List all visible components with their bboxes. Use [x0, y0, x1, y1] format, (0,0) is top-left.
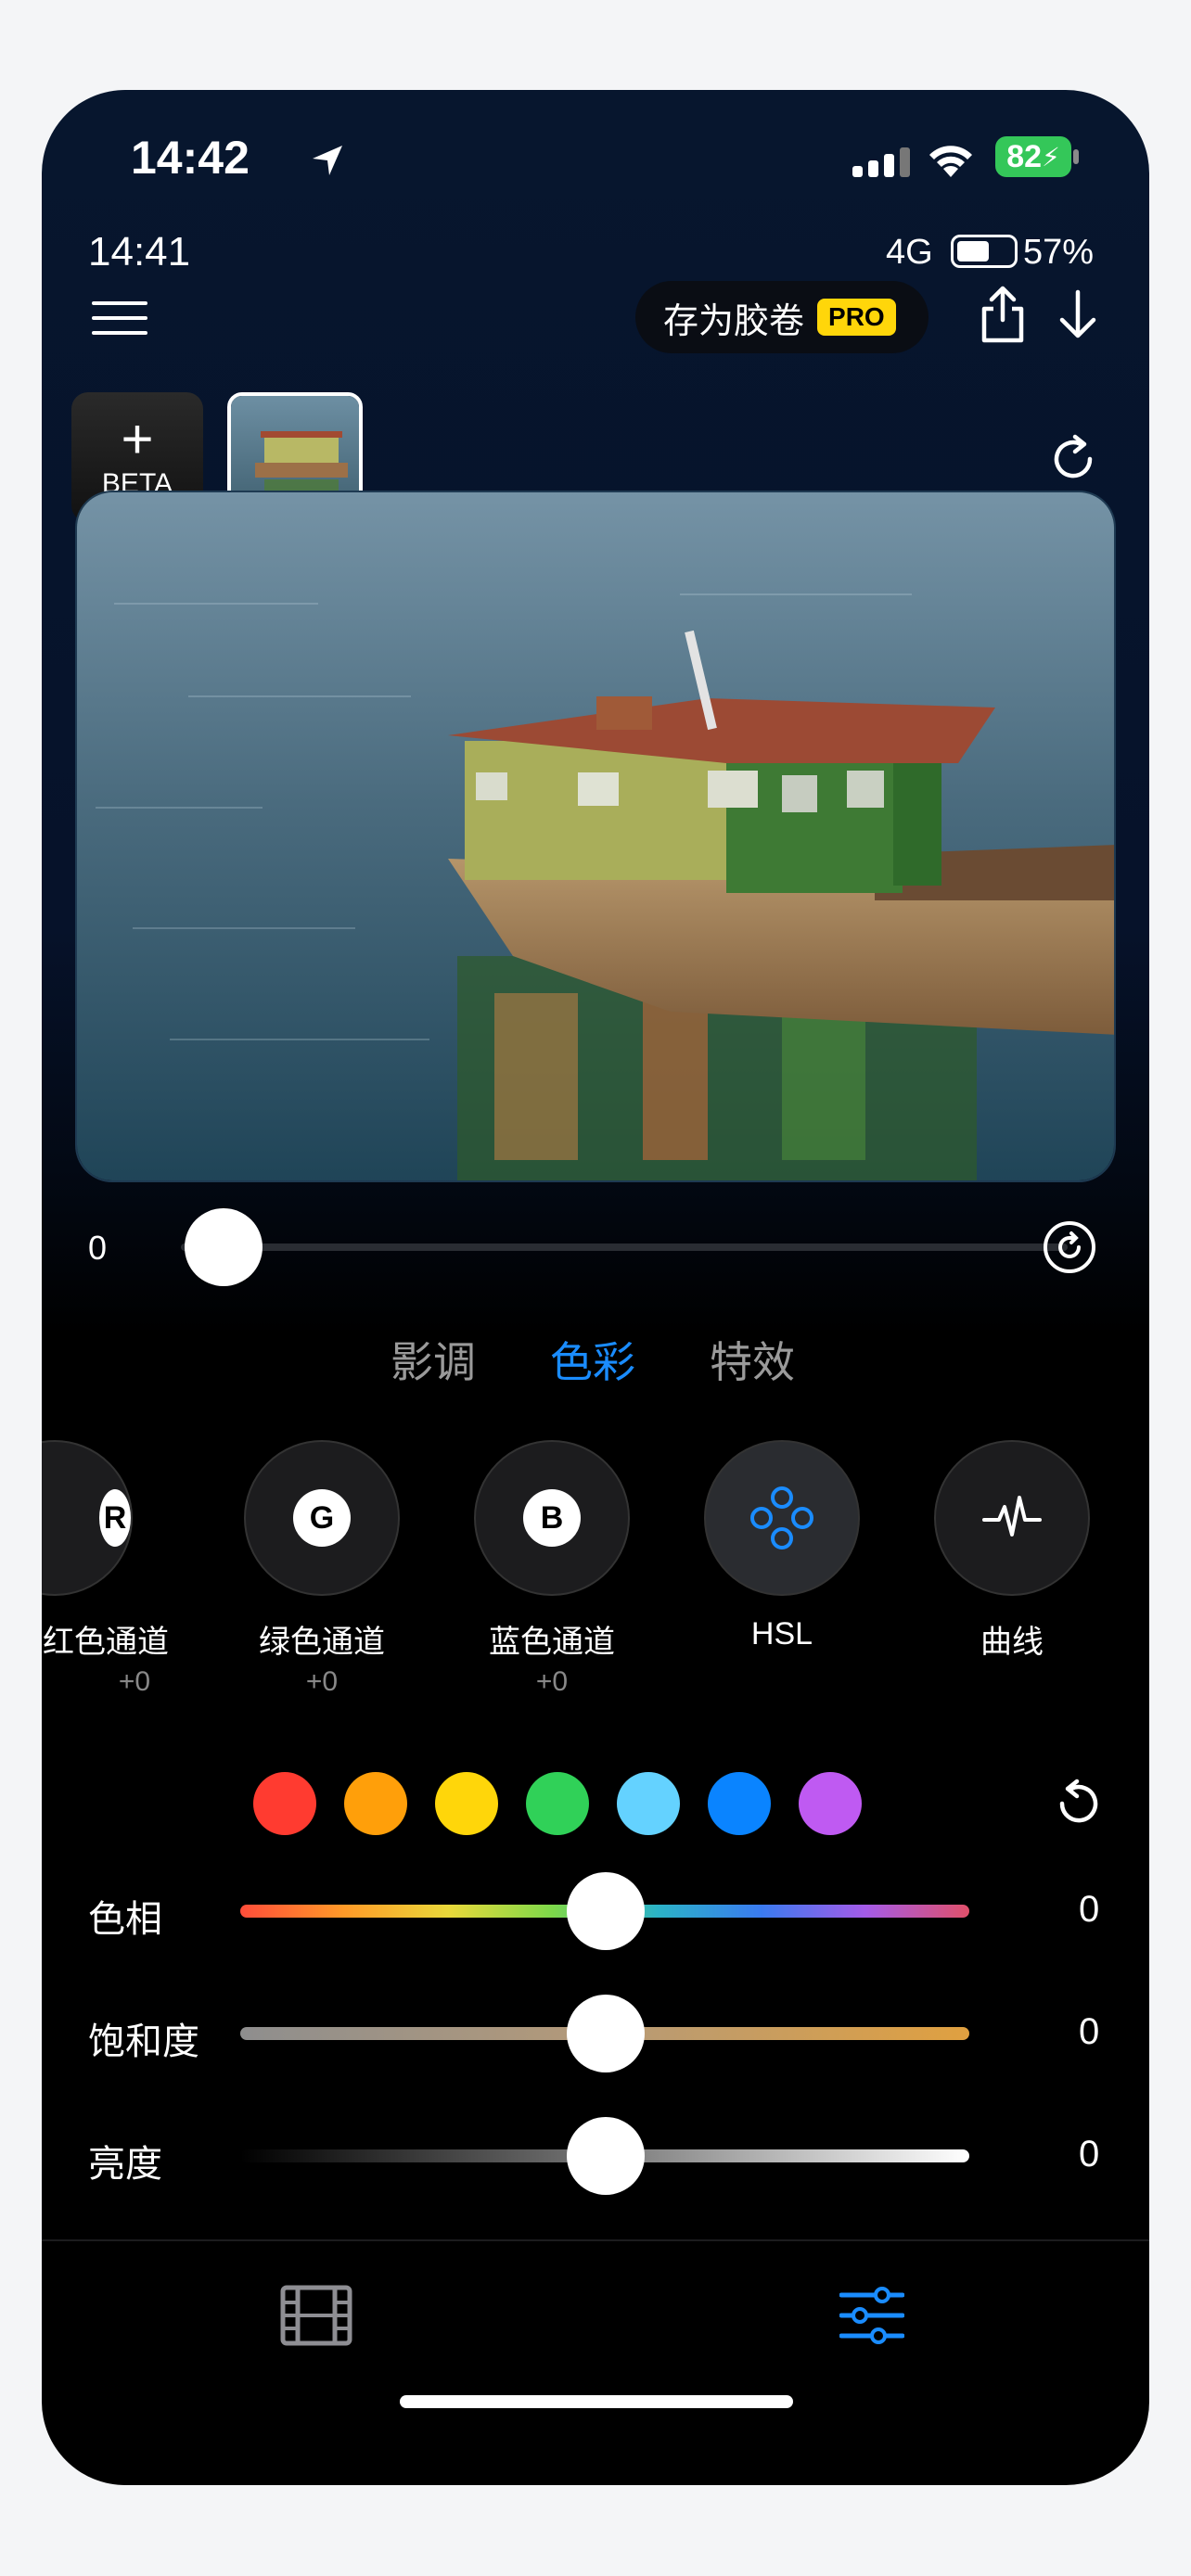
- phone-screen: 14:42 82 ⚡ 14:41 4G 57% 存为胶卷 PRO + BETA: [42, 90, 1149, 2485]
- battery-level-text: 82: [1006, 138, 1043, 174]
- hue-slider-knob[interactable]: [567, 1872, 645, 1950]
- blue-channel-badge: B: [523, 1489, 581, 1547]
- color-swatch-purple[interactable]: [799, 1772, 862, 1835]
- intensity-value: 0: [88, 1229, 108, 1267]
- color-swatch-blue[interactable]: [708, 1772, 771, 1835]
- red-channel-button[interactable]: R: [42, 1440, 133, 1596]
- red-channel-badge: R: [99, 1489, 131, 1547]
- charging-bolt-icon: ⚡: [1042, 142, 1060, 172]
- curve-button[interactable]: [934, 1440, 1090, 1596]
- brightness-slider-knob[interactable]: [567, 2117, 645, 2195]
- color-swatch-red[interactable]: [253, 1772, 316, 1835]
- save-to-roll-button[interactable]: 存为胶卷 PRO: [635, 281, 928, 353]
- green-channel-label: 绿色通道: [259, 1625, 385, 1660]
- green-channel-value: +0: [305, 1666, 339, 1697]
- hsl-label: HSL: [750, 1616, 813, 1651]
- tab-effects[interactable]: 特效: [710, 1329, 795, 1390]
- save-to-roll-label: 存为胶卷: [663, 301, 805, 341]
- wifi-icon: [929, 146, 972, 177]
- film-icon[interactable]: [279, 2284, 353, 2347]
- battery-cap: [1073, 149, 1079, 164]
- inner-time: 14:41: [88, 229, 191, 274]
- hsl-button[interactable]: [704, 1440, 860, 1596]
- color-swatch-orange[interactable]: [344, 1772, 407, 1835]
- green-channel-button[interactable]: G: [244, 1440, 400, 1596]
- saturation-label: 饱和度: [88, 2021, 199, 2062]
- brightness-label: 亮度: [88, 2144, 162, 2185]
- home-indicator: [400, 2395, 793, 2408]
- curve-label: 曲线: [980, 1625, 1044, 1660]
- status-time: 14:42: [131, 132, 250, 184]
- intensity-slider-track[interactable]: [181, 1243, 1068, 1251]
- blue-channel-value: +0: [535, 1666, 569, 1697]
- hsl-icon: [750, 1486, 813, 1549]
- color-swatch-green[interactable]: [526, 1772, 589, 1835]
- pro-badge: PRO: [817, 299, 896, 336]
- download-icon[interactable]: [1057, 288, 1099, 340]
- inner-battery-percent: 57%: [1023, 233, 1095, 272]
- hue-value: 0: [1079, 1889, 1100, 1930]
- hsl-reset-icon[interactable]: [1051, 1778, 1103, 1831]
- red-channel-label: 红色通道: [42, 1616, 235, 1662]
- red-channel-label-text: 红色通道: [43, 1625, 169, 1660]
- share-icon[interactable]: [979, 285, 1027, 344]
- color-swatch-yellow[interactable]: [435, 1772, 498, 1835]
- brightness-value: 0: [1079, 2134, 1100, 2174]
- plus-icon: +: [121, 408, 154, 470]
- saturation-value: 0: [1079, 2011, 1100, 2052]
- adjust-icon[interactable]: [839, 2284, 904, 2347]
- photo-preview[interactable]: [75, 491, 1116, 1182]
- blue-channel-button[interactable]: B: [474, 1440, 630, 1596]
- intensity-slider-knob[interactable]: [185, 1208, 263, 1286]
- intensity-reset-icon[interactable]: [1042, 1219, 1097, 1275]
- location-arrow-icon: [313, 146, 342, 175]
- hue-label: 色相: [88, 1899, 162, 1940]
- inner-battery-icon: [951, 235, 1018, 268]
- color-swatch-cyan[interactable]: [617, 1772, 680, 1835]
- tab-tone[interactable]: 影调: [391, 1329, 476, 1390]
- menu-icon[interactable]: [92, 301, 147, 335]
- network-type: 4G: [886, 233, 933, 272]
- saturation-slider-knob[interactable]: [567, 1995, 645, 2072]
- blue-channel-label: 蓝色通道: [489, 1625, 615, 1660]
- battery-indicator: 82 ⚡: [995, 136, 1071, 177]
- green-channel-badge: G: [293, 1489, 351, 1547]
- redo-icon[interactable]: [1049, 431, 1099, 483]
- curve-icon: [982, 1496, 1042, 1537]
- cellular-signal-icon: [852, 147, 910, 177]
- tab-color[interactable]: 色彩: [550, 1329, 635, 1390]
- bottom-divider: [42, 2239, 1149, 2241]
